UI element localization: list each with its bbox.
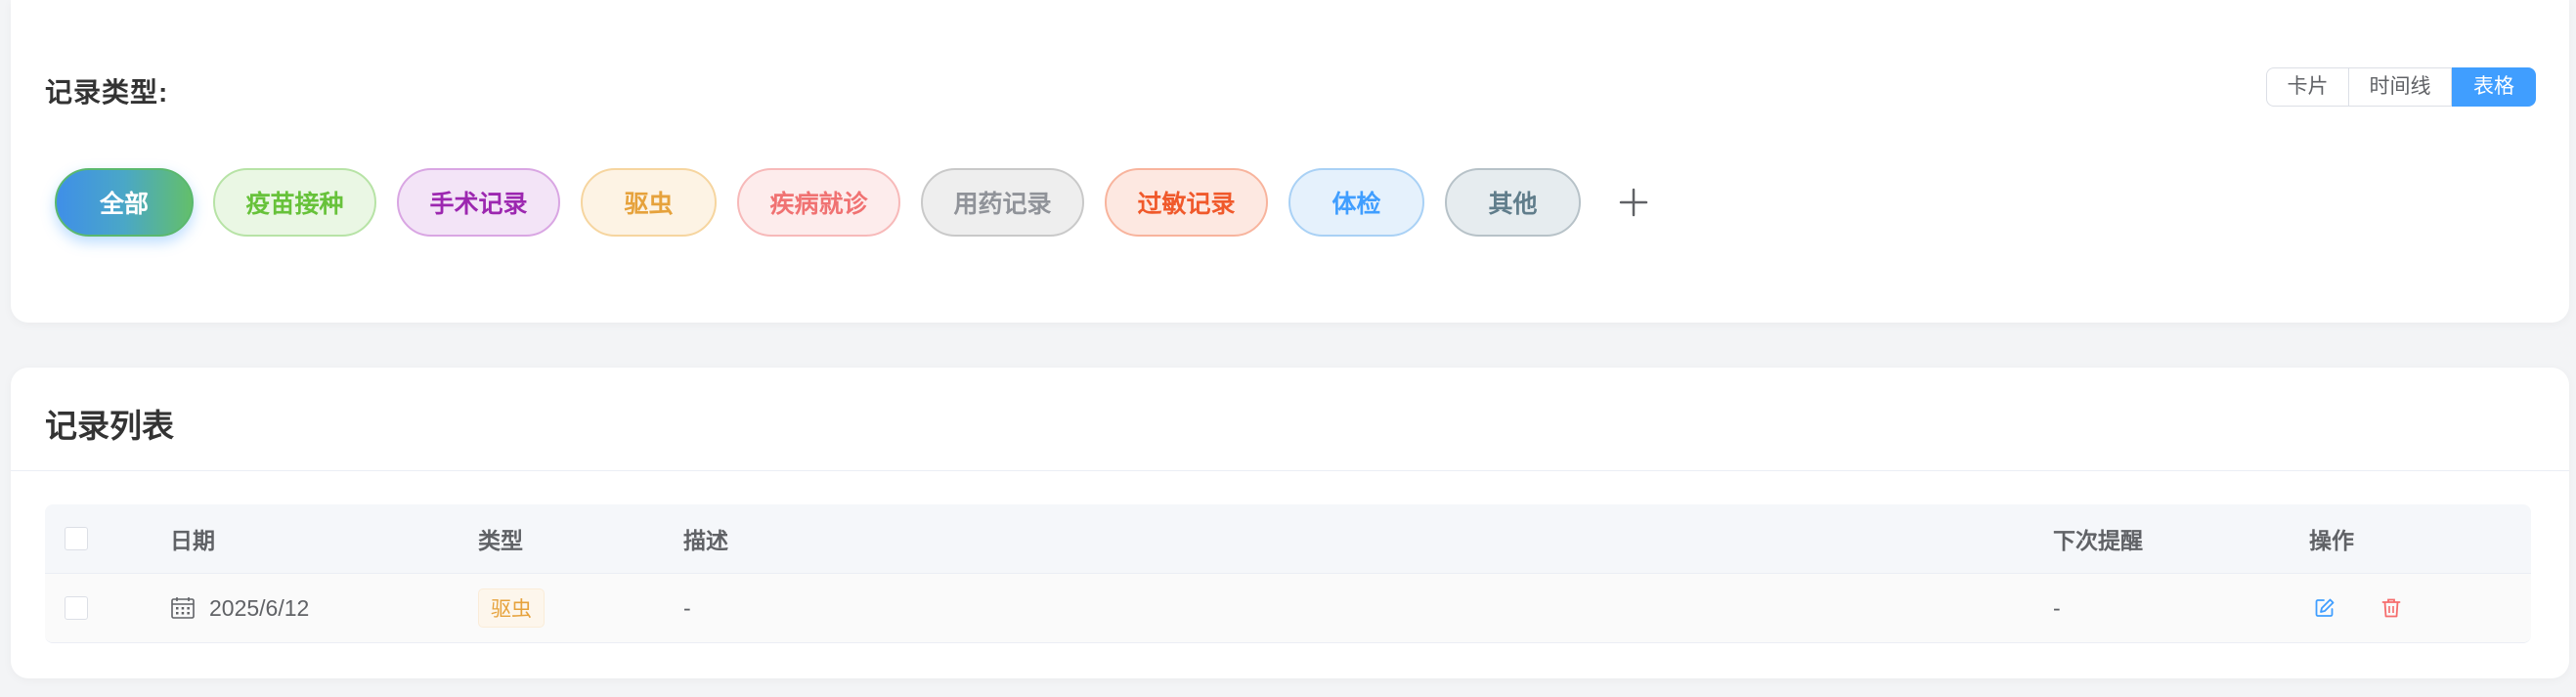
- view-mode-toggle: 卡片 时间线 表格: [2266, 67, 2536, 107]
- column-type[interactable]: 类型: [478, 504, 523, 573]
- select-all-cell: [65, 504, 88, 573]
- type-filter-other[interactable]: 其他: [1445, 168, 1581, 237]
- delete-button[interactable]: [2376, 592, 2407, 624]
- record-list-title: 记录列表: [45, 408, 174, 444]
- divider: [11, 470, 2569, 471]
- record-table: 日期 类型 描述 下次提醒 操作 2025/6/12 驱虫 - -: [45, 504, 2531, 643]
- table-row[interactable]: 2025/6/12 驱虫 - -: [45, 574, 2531, 642]
- type-filter-allergy[interactable]: 过敏记录: [1105, 168, 1268, 237]
- record-list-card: 记录列表 日期 类型 描述 下次提醒 操作 2025/6/12 驱虫 - -: [11, 368, 2569, 678]
- column-description[interactable]: 描述: [683, 504, 728, 573]
- column-actions: 操作: [2309, 528, 2354, 553]
- row-select-cell: [65, 574, 88, 642]
- row-type-tag: 驱虫: [478, 588, 545, 628]
- type-filter-checkup[interactable]: 体检: [1288, 168, 1424, 237]
- view-timeline-button[interactable]: 时间线: [2349, 67, 2452, 107]
- row-date-cell: 2025/6/12: [170, 574, 309, 642]
- row-date: 2025/6/12: [209, 594, 310, 621]
- table-header: 日期 类型 描述 下次提醒 操作: [45, 504, 2531, 574]
- row-actions-cell: [2309, 574, 2407, 642]
- record-type-label: 记录类型:: [45, 77, 169, 108]
- column-date[interactable]: 日期: [170, 504, 215, 573]
- select-all-checkbox[interactable]: [65, 527, 88, 550]
- row-next-reminder: -: [2053, 594, 2061, 621]
- type-filter-surgery[interactable]: 手术记录: [397, 168, 560, 237]
- column-next-reminder[interactable]: 下次提醒: [2053, 504, 2143, 573]
- edit-button[interactable]: [2309, 592, 2340, 624]
- edit-icon: [2315, 598, 2335, 617]
- type-filter-deworm[interactable]: 驱虫: [581, 168, 717, 237]
- plus-icon: [1619, 188, 1648, 217]
- row-type-cell: 驱虫: [478, 574, 545, 642]
- view-card-button[interactable]: 卡片: [2266, 67, 2349, 107]
- type-filter-medication[interactable]: 用药记录: [921, 168, 1084, 237]
- calendar-icon: [171, 597, 195, 619]
- type-filter-all[interactable]: 全部: [55, 168, 194, 237]
- view-table-button[interactable]: 表格: [2452, 67, 2536, 107]
- type-filter-disease[interactable]: 疾病就诊: [737, 168, 900, 237]
- delete-icon: [2381, 598, 2401, 618]
- row-description: -: [683, 594, 691, 621]
- record-type-filter-card: 记录类型: 卡片 时间线 表格 全部 疫苗接种 手术记录 驱虫 疾病就诊 用药记…: [11, 0, 2569, 323]
- add-type-button[interactable]: [1609, 178, 1658, 227]
- row-checkbox[interactable]: [65, 596, 88, 620]
- type-filter-vaccine[interactable]: 疫苗接种: [213, 168, 376, 237]
